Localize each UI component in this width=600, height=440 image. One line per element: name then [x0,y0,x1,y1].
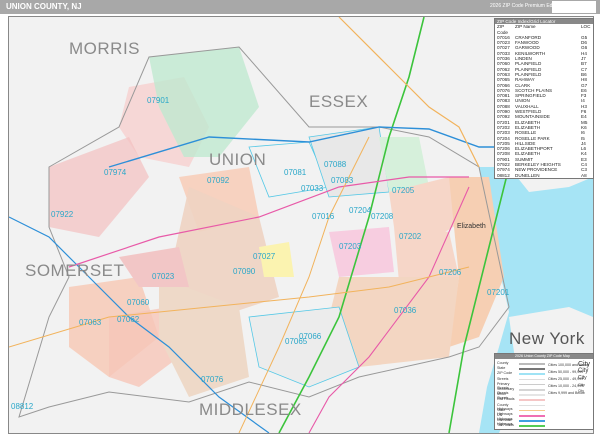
legend-swatch [519,399,545,401]
legend-city-item: Cities 25,000 - 49,999 City [548,375,593,381]
legend-label: Rail Roads [497,397,515,402]
legend-city-sample: City [578,361,591,368]
zip-label: 07901 [147,96,170,105]
legend-title: 2026 Union County ZIP Code Map [495,354,593,359]
header-loc: LOC [581,24,591,30]
city-label-elizabeth: Elizabeth [457,223,486,230]
map-title: UNION COUNTY, NJ [6,2,82,11]
zip-label: 07974 [104,168,127,177]
legend-swatch [519,383,545,386]
zip-label: 07083 [331,176,354,185]
legend-label: County [497,361,509,365]
zip-label: 07204 [349,206,372,215]
zip-label: 07033 [301,184,324,193]
edition-label: 2026 ZIP Code Premium Edition [490,3,562,9]
legend-city-item: Cities 100,000 and Above City [548,361,593,368]
zip-label: 07081 [284,168,307,177]
zip-name: DUNELLEN [515,172,540,178]
legend-swatch [519,378,545,381]
legend-city-sample: City [578,389,585,393]
map-legend: 2026 Union County ZIP Code Map County Sta… [494,353,594,430]
legend-city-item: Cities 50,000 - 99,999 City [548,368,593,374]
header-zip: ZIP Code [497,24,508,35]
legend-label: ZIP Code [497,371,513,376]
legend-swatch [519,425,545,427]
legend-label: State [497,366,506,371]
zip-table-header: ZIP Code ZIP Name LOC [495,24,593,35]
zip-label: 07076 [201,375,224,384]
county-label-middlesex: MIDDLESEX [199,400,302,419]
zip-label: 07922 [51,210,74,219]
zip-label: 07060 [127,298,150,307]
zip-label: 07016 [312,212,335,221]
zip-label: 07023 [152,272,175,281]
zip-label: 07205 [392,186,415,195]
header-name: ZIP Name [515,24,536,30]
zip-label: 07206 [439,268,462,277]
legend-swatch [519,420,545,422]
zip-table-row: 08812 DUNELLEN A8 [495,173,593,178]
legend-label: Streets [497,376,509,381]
zip-label: 07090 [233,267,256,276]
zip-label: 08812 [11,402,34,411]
legend-city-sample: City [578,368,589,374]
zip-label: 07203 [339,242,362,251]
zip-label: 07202 [399,232,422,241]
zip-code-index-table: ZIP Code Index/Grid Locator ZIP Code ZIP… [494,18,594,179]
zip-label: 07088 [324,160,347,169]
legend-city-item: Cities 10,000 - 24,999 City [548,382,593,388]
legend-city-item: Cities 9,999 and Below City [548,389,593,395]
county-label-morris: MORRIS [69,39,140,58]
county-label-union: UNION [209,150,267,169]
title-bar: UNION COUNTY, NJ 2026 ZIP Code Premium E… [0,0,600,14]
zip-label: 07201 [487,288,510,297]
state-label-new-york: New York [509,329,585,348]
legend-swatch [519,415,545,417]
legend-label: Toll Roads [497,423,514,428]
legend-swatch [519,373,545,375]
zip-label: 07063 [79,318,102,327]
legend-swatch [519,389,545,391]
legend-swatch [519,394,545,396]
legend-city-sample: City [578,375,587,381]
legend-item: Toll Roads [497,423,545,428]
zip-label: 07066 [299,332,322,341]
zip-area-07974 [49,137,149,237]
zip-label: 07027 [253,252,276,261]
legend-swatch [519,363,545,365]
grid-loc: A8 [581,172,587,178]
legend-swatch [519,404,545,407]
legend-city-sample: City [578,382,585,387]
legend-swatch [519,368,545,370]
zip-area-07203 [329,227,394,277]
zip-label: 07092 [207,176,230,185]
county-label-somerset: SOMERSET [25,261,125,280]
zip-code: 08812 [497,172,510,178]
county-label-essex: ESSEX [309,92,369,111]
zip-label: 07208 [371,212,394,221]
legend-swatch [519,409,545,412]
zip-label: 07036 [394,306,417,315]
zip-label: 07062 [117,315,140,324]
publisher-logo [552,1,596,13]
